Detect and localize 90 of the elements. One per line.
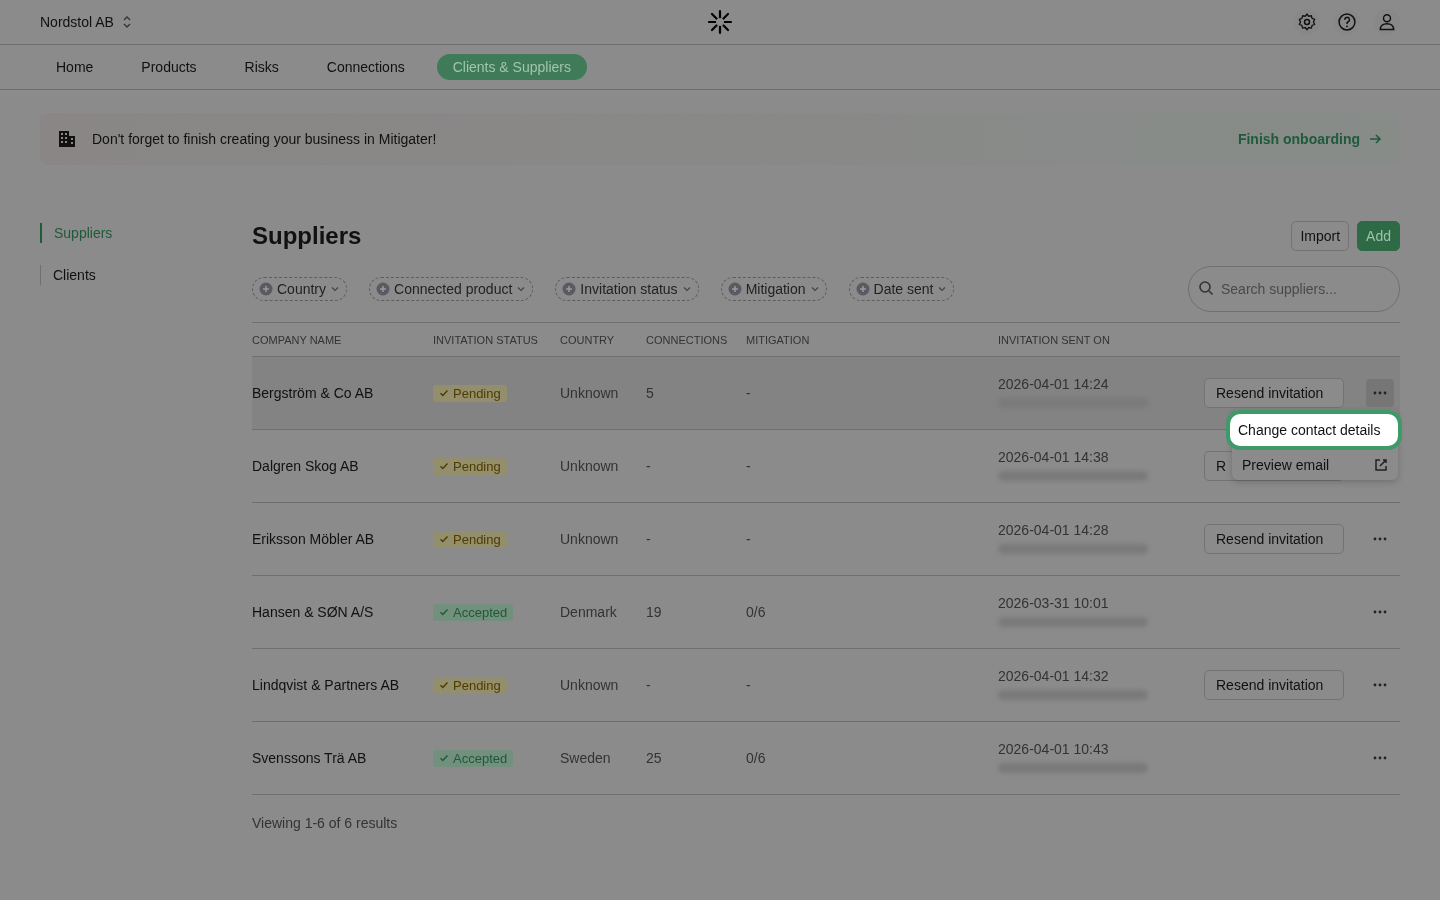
plus-circle-icon <box>259 282 273 296</box>
arrow-right-icon <box>1368 132 1382 146</box>
mitigation-text: - <box>746 385 752 401</box>
add-button[interactable]: Add <box>1357 221 1400 251</box>
mitigation-text: 0/6 <box>746 750 767 766</box>
column-header: INVITATION SENT ON <box>998 333 1111 346</box>
company-name: Eriksson Möbler AB <box>252 531 376 547</box>
connections-count: 19 <box>646 604 663 620</box>
chevron-updown-icon[interactable] <box>121 15 132 29</box>
plus-circle-icon <box>562 282 577 296</box>
mitigation-text: 0/6 <box>746 604 767 620</box>
table-row[interactable]: Hansen & SØN A/S Accepted Denmark 19 0/6 2026-03-31 10:01 <box>252 576 1400 649</box>
search-icon <box>1198 280 1214 296</box>
country-text: Unknown <box>560 531 620 547</box>
plus-circle-icon <box>376 282 391 296</box>
check-icon <box>439 680 449 690</box>
table-row[interactable]: Lindqvist & Partners AB Pending Unknown - - 2026-04-01 14:32 Resend invitation <box>252 649 1400 722</box>
status-badge: Pending <box>433 530 507 548</box>
resend-invitation-button[interactable]: Resend invitation <box>1204 378 1344 408</box>
search-field[interactable]: Search suppliers... <box>1188 266 1400 312</box>
status-badge: Pending <box>433 384 507 402</box>
check-icon <box>439 534 449 544</box>
connections-count: - <box>646 458 652 474</box>
company-name: Svenssons Trä AB <box>252 750 368 766</box>
mitigation-text: - <box>746 458 752 474</box>
nav-tab[interactable]: Connections <box>310 54 421 80</box>
ellipsis-icon <box>1373 683 1387 687</box>
nav-tab[interactable]: Home <box>40 54 110 80</box>
status-badge: Pending <box>433 676 507 694</box>
chevron-down-icon <box>516 284 527 294</box>
sent-date: 2026-04-01 14:28 <box>998 522 1110 538</box>
check-icon <box>439 753 449 763</box>
company-name: Lindqvist & Partners AB <box>252 677 401 693</box>
status-badge: Accepted <box>433 603 514 621</box>
column-header: COMPANY NAME <box>252 333 343 346</box>
column-header: CONNECTIONS <box>646 333 729 346</box>
resend-invitation-button[interactable]: Resend invitation <box>1204 670 1344 700</box>
resend-invitation-button[interactable]: Resend invitation <box>1204 524 1344 554</box>
column-header: COUNTRY <box>560 333 616 346</box>
connections-count: - <box>646 531 652 547</box>
chevron-down-icon <box>937 284 948 294</box>
menu-item[interactable]: Change contact details <box>1226 410 1402 450</box>
mitigation-text: - <box>746 677 752 693</box>
country-text: Unknown <box>560 677 620 693</box>
check-icon <box>439 461 449 471</box>
org-name[interactable]: Nordstol AB <box>40 14 114 30</box>
results-summary: Viewing 1-6 of 6 results <box>252 815 399 831</box>
ellipsis-icon <box>1373 391 1387 395</box>
nav-tab[interactable]: Products <box>125 54 213 80</box>
connections-count: - <box>646 677 652 693</box>
column-header: MITIGATION <box>746 333 811 346</box>
check-icon <box>439 388 449 398</box>
status-badge: Pending <box>433 457 507 475</box>
connections-count: 25 <box>646 750 663 766</box>
page-title: Suppliers <box>252 222 362 250</box>
sent-date: 2026-04-01 14:38 <box>998 449 1110 465</box>
logo-icon[interactable] <box>707 9 733 35</box>
connections-count: 5 <box>646 385 655 401</box>
ellipsis-icon <box>1373 537 1387 541</box>
sent-date: 2026-03-31 10:01 <box>998 595 1110 611</box>
company-name: Dalgren Skog AB <box>252 458 360 474</box>
column-header: INVITATION STATUS <box>433 333 539 346</box>
nav-tab[interactable]: Risks <box>228 54 295 80</box>
ellipsis-icon <box>1373 610 1387 614</box>
chevron-down-icon <box>681 284 692 294</box>
chevron-down-icon <box>809 284 820 294</box>
company-name: Hansen & SØN A/S <box>252 604 375 620</box>
import-button[interactable]: Import <box>1291 221 1350 251</box>
building-icon <box>58 130 76 148</box>
sent-date: 2026-04-01 14:32 <box>998 668 1110 684</box>
plus-circle-icon <box>855 282 870 296</box>
country-text: Denmark <box>560 604 618 620</box>
check-icon <box>439 607 449 617</box>
ellipsis-icon <box>1373 756 1387 760</box>
country-text: Unknown <box>560 458 620 474</box>
table-row[interactable]: Svenssons Trä AB Accepted Sweden 25 0/6 2026-04-01 10:43 <box>252 722 1400 795</box>
plus-circle-icon <box>727 282 742 296</box>
sent-date: 2026-04-01 10:43 <box>998 741 1110 757</box>
company-name: Bergström & Co AB <box>252 385 375 401</box>
country-text: Sweden <box>560 750 612 766</box>
menu-item[interactable]: Preview email <box>1232 450 1398 480</box>
sent-date: 2026-04-01 14:24 <box>998 376 1110 392</box>
mitigation-text: - <box>746 531 752 547</box>
country-text: Unknown <box>560 385 620 401</box>
chevron-down-icon <box>330 284 341 294</box>
sidebar-item[interactable]: Clients <box>40 265 252 285</box>
external-edit-icon <box>1374 458 1388 472</box>
status-badge: Accepted <box>433 749 514 767</box>
table-row[interactable]: Eriksson Möbler AB Pending Unknown - - 2026-04-01 14:28 Resend invitation <box>252 503 1400 576</box>
banner-message: Don't forget to finish creating your business in Mitigater! <box>92 131 438 147</box>
